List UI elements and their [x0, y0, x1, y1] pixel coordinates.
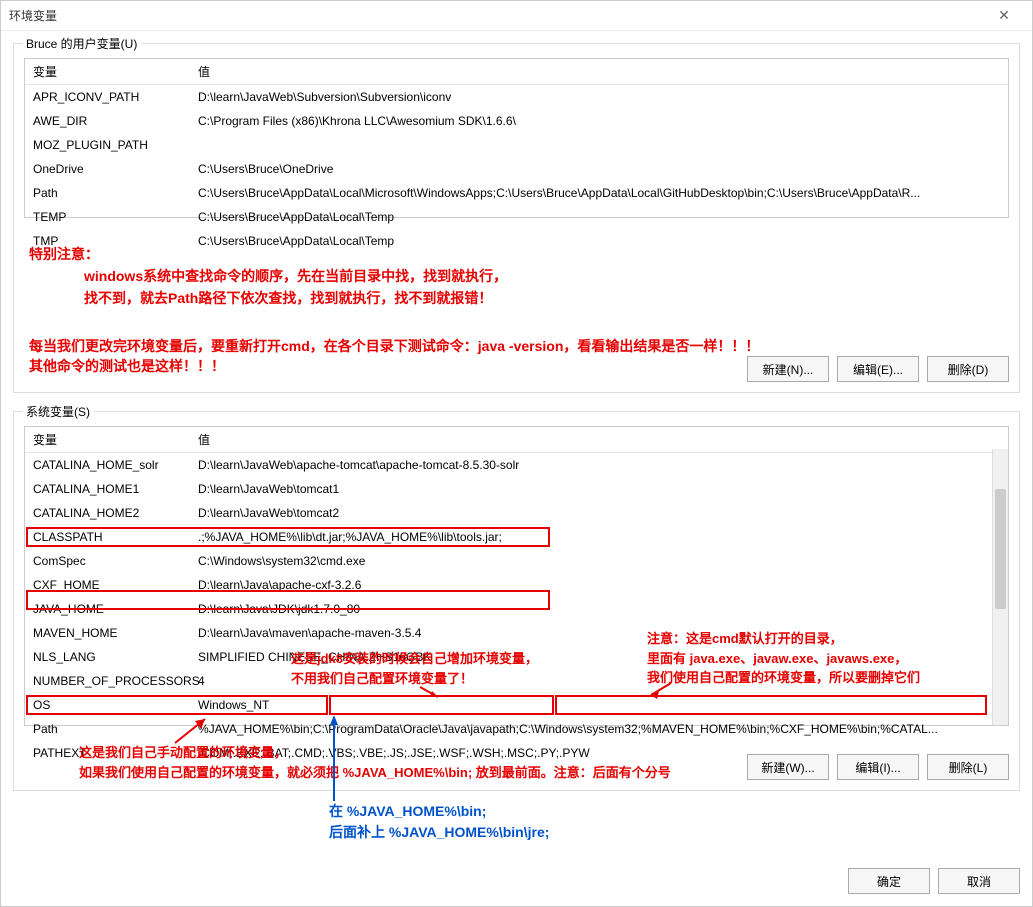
new-user-var-button[interactable]: 新建(N)...: [747, 356, 829, 382]
table-row[interactable]: TMPC:\Users\Bruce\AppData\Local\Temp: [25, 229, 1008, 253]
table-row[interactable]: OneDriveC:\Users\Bruce\OneDrive: [25, 157, 1008, 181]
var-value: C:\Users\Bruce\AppData\Local\Temp: [190, 207, 1008, 227]
annotation-other-cmds: 其他命令的测试也是这样！！！: [29, 356, 225, 377]
table-row[interactable]: AWE_DIRC:\Program Files (x86)\Khrona LLC…: [25, 109, 1008, 133]
table-row[interactable]: APR_ICONV_PATHD:\learn\JavaWeb\Subversio…: [25, 85, 1008, 109]
close-icon[interactable]: ✕: [984, 2, 1024, 30]
annotation-note-line2: 找不到，就去Path路径下依次查找，找到就执行，找不到就报错！: [84, 288, 492, 309]
user-vars-buttons: 新建(N)... 编辑(E)... 删除(D): [747, 356, 1009, 382]
table-row[interactable]: TEMPC:\Users\Bruce\AppData\Local\Temp: [25, 205, 1008, 229]
var-name: TMP: [25, 231, 190, 251]
var-name: CXF_HOME: [25, 575, 190, 595]
user-vars-legend: Bruce 的用户变量(U): [22, 35, 141, 52]
var-name: APR_ICONV_PATH: [25, 87, 190, 107]
user-vars-list[interactable]: 变量 值 APR_ICONV_PATHD:\learn\JavaWeb\Subv…: [24, 58, 1009, 218]
var-name: MOZ_PLUGIN_PATH: [25, 135, 190, 155]
var-value: SIMPLIFIED CHINESE_CHINA.ZHS16GBK: [190, 647, 1008, 667]
table-row[interactable]: ComSpecC:\Windows\system32\cmd.exe: [25, 549, 1008, 573]
col-header-value[interactable]: 值: [190, 427, 1008, 452]
var-name: Path: [25, 183, 190, 203]
scrollbar[interactable]: [992, 449, 1008, 725]
var-value: [190, 135, 1008, 155]
sys-vars-legend: 系统变量(S): [22, 403, 94, 420]
annotation-reopen-cmd: 每当我们更改完环境变量后，要重新打开cmd，在各个目录下测试命令：java -v…: [29, 336, 759, 357]
var-value: D:\learn\Java\apache-cxf-3.2.6: [190, 575, 1008, 595]
table-row[interactable]: PathC:\Users\Bruce\AppData\Local\Microso…: [25, 181, 1008, 205]
var-value: D:\learn\JavaWeb\Subversion\Subversion\i…: [190, 87, 1008, 107]
var-value: D:\learn\Java\JDK\jdk1.7.0_80: [190, 599, 1008, 619]
user-vars-fieldset: Bruce 的用户变量(U) 变量 值 APR_ICONV_PATHD:\lea…: [13, 43, 1020, 393]
new-sys-var-button[interactable]: 新建(W)...: [747, 754, 829, 780]
var-name: Path: [25, 719, 190, 739]
dialog-footer: 确定 取消: [1, 858, 1032, 906]
edit-user-var-button[interactable]: 编辑(E)...: [837, 356, 919, 382]
var-value: D:\learn\Java\maven\apache-maven-3.5.4: [190, 623, 1008, 643]
table-row[interactable]: JAVA_HOMED:\learn\Java\JDK\jdk1.7.0_80: [25, 597, 1008, 621]
table-row[interactable]: CATALINA_HOME_solrD:\learn\JavaWeb\apach…: [25, 453, 1008, 477]
var-name: CATALINA_HOME1: [25, 479, 190, 499]
table-row[interactable]: CATALINA_HOME2D:\learn\JavaWeb\tomcat2: [25, 501, 1008, 525]
sys-vars-list[interactable]: 变量 值 CATALINA_HOME_solrD:\learn\JavaWeb\…: [24, 426, 1009, 726]
window-title: 环境变量: [9, 7, 984, 24]
var-value: D:\learn\JavaWeb\tomcat1: [190, 479, 1008, 499]
var-value: C:\Users\Bruce\AppData\Local\Microsoft\W…: [190, 183, 1008, 203]
var-value: C:\Program Files (x86)\Khrona LLC\Awesom…: [190, 111, 1008, 131]
col-header-name[interactable]: 变量: [25, 59, 190, 84]
var-name: CATALINA_HOME_solr: [25, 455, 190, 475]
var-name: TEMP: [25, 207, 190, 227]
edit-sys-var-button[interactable]: 编辑(I)...: [837, 754, 919, 780]
table-row[interactable]: CLASSPATH.;%JAVA_HOME%\lib\dt.jar;%JAVA_…: [25, 525, 1008, 549]
var-value: %JAVA_HOME%\bin;C:\ProgramData\Oracle\Ja…: [190, 719, 1008, 739]
var-value: .;%JAVA_HOME%\lib\dt.jar;%JAVA_HOME%\lib…: [190, 527, 1008, 547]
var-value: C:\Users\Bruce\OneDrive: [190, 159, 1008, 179]
scrollbar-thumb[interactable]: [995, 489, 1006, 609]
ok-button[interactable]: 确定: [848, 868, 930, 894]
table-row[interactable]: NUMBER_OF_PROCESSORS4: [25, 669, 1008, 693]
table-row[interactable]: CATALINA_HOME1D:\learn\JavaWeb\tomcat1: [25, 477, 1008, 501]
var-name: CATALINA_HOME2: [25, 503, 190, 523]
var-value: D:\learn\JavaWeb\tomcat2: [190, 503, 1008, 523]
annotation-append-jre: 在 %JAVA_HOME%\bin;后面补上 %JAVA_HOME%\bin\j…: [329, 801, 549, 843]
var-name: OneDrive: [25, 159, 190, 179]
list-header: 变量 值: [25, 59, 1008, 85]
env-vars-window: 环境变量 ✕ Bruce 的用户变量(U) 变量 值 APR_ICONV_PAT…: [0, 0, 1033, 907]
var-name: MAVEN_HOME: [25, 623, 190, 643]
delete-sys-var-button[interactable]: 删除(L): [927, 754, 1009, 780]
var-name: OS: [25, 695, 190, 715]
var-value: C:\Users\Bruce\AppData\Local\Temp: [190, 231, 1008, 251]
var-name: NUMBER_OF_PROCESSORS: [25, 671, 190, 691]
sys-vars-buttons: 新建(W)... 编辑(I)... 删除(L): [747, 754, 1009, 780]
var-value: C:\Windows\system32\cmd.exe: [190, 551, 1008, 571]
table-row[interactable]: MAVEN_HOMED:\learn\Java\maven\apache-mav…: [25, 621, 1008, 645]
list-header: 变量 值: [25, 427, 1008, 453]
delete-user-var-button[interactable]: 删除(D): [927, 356, 1009, 382]
col-header-value[interactable]: 值: [190, 59, 1008, 84]
var-name: JAVA_HOME: [25, 599, 190, 619]
var-name: AWE_DIR: [25, 111, 190, 131]
table-row[interactable]: MOZ_PLUGIN_PATH: [25, 133, 1008, 157]
col-header-name[interactable]: 变量: [25, 427, 190, 452]
table-row[interactable]: NLS_LANGSIMPLIFIED CHINESE_CHINA.ZHS16GB…: [25, 645, 1008, 669]
var-name: ComSpec: [25, 551, 190, 571]
var-value: 4: [190, 671, 1008, 691]
table-row[interactable]: Path%JAVA_HOME%\bin;C:\ProgramData\Oracl…: [25, 717, 1008, 741]
var-name: NLS_LANG: [25, 647, 190, 667]
sys-vars-fieldset: 系统变量(S) 变量 值 CATALINA_HOME_solrD:\learn\…: [13, 411, 1020, 791]
table-row[interactable]: OSWindows_NT: [25, 693, 1008, 717]
var-name: PATHEXT: [25, 743, 190, 763]
var-value: D:\learn\JavaWeb\apache-tomcat\apache-to…: [190, 455, 1008, 475]
cancel-button[interactable]: 取消: [938, 868, 1020, 894]
table-row[interactable]: CXF_HOMED:\learn\Java\apache-cxf-3.2.6: [25, 573, 1008, 597]
annotation-note-line1: windows系统中查找命令的顺序，先在当前目录中找，找到就执行，: [84, 266, 507, 287]
titlebar[interactable]: 环境变量 ✕: [1, 1, 1032, 31]
var-value: Windows_NT: [190, 695, 1008, 715]
var-name: CLASSPATH: [25, 527, 190, 547]
